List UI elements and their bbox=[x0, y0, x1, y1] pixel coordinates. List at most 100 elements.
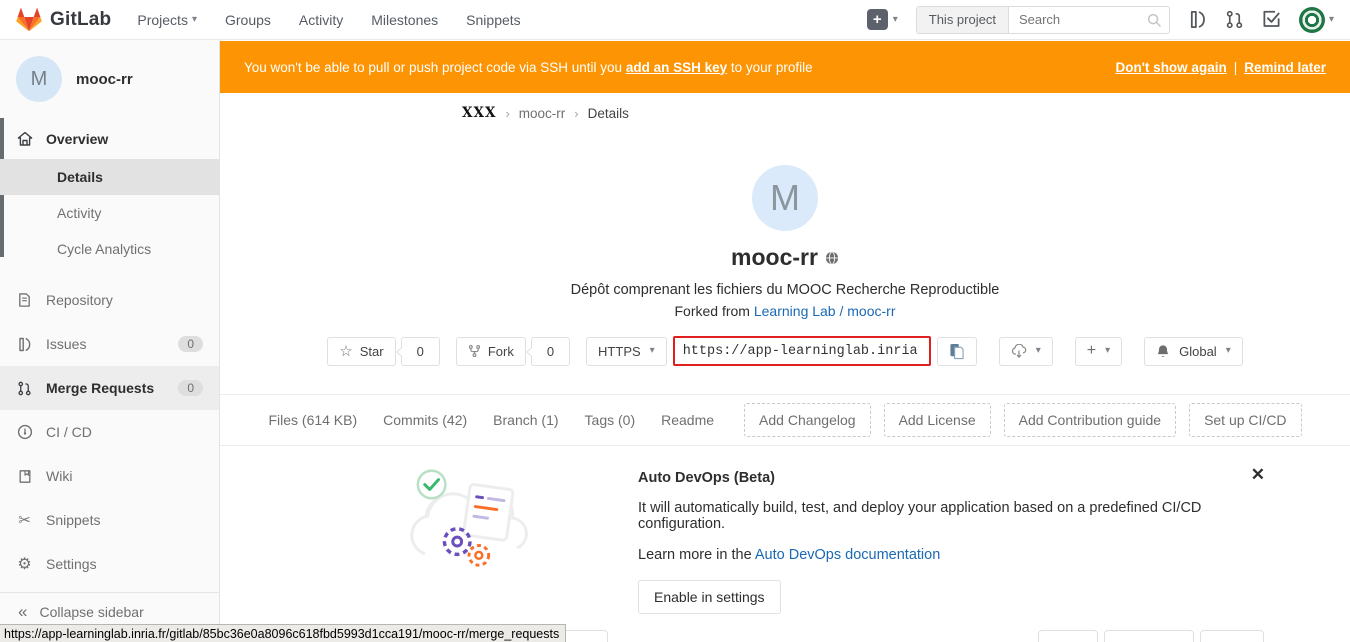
breadcrumb-current: Details bbox=[588, 106, 629, 121]
add-ssh-key-link[interactable]: add an SSH key bbox=[626, 60, 727, 75]
tab-readme[interactable]: Readme bbox=[661, 412, 714, 428]
sidebar-project-name: mooc-rr bbox=[76, 71, 133, 88]
sidebar-item-merge-requests[interactable]: Merge Requests 0 bbox=[0, 366, 219, 410]
navbar-right: + ▾ This project bbox=[867, 6, 1334, 34]
search-icon bbox=[1147, 13, 1162, 28]
issues-icon[interactable] bbox=[1188, 10, 1207, 29]
gitlab-logotype: GitLab bbox=[50, 9, 111, 31]
chevron-down-icon: ▾ bbox=[192, 15, 197, 25]
sidebar-item-activity[interactable]: Activity bbox=[0, 195, 219, 231]
sidebar-item-details[interactable]: Details bbox=[0, 159, 219, 195]
project-avatar: M bbox=[752, 165, 818, 231]
auto-devops-title: Auto DevOps (Beta) bbox=[638, 470, 1270, 486]
new-item-dropdown[interactable]: + ▾ bbox=[867, 9, 898, 30]
sidebar-item-snippets[interactable]: ✂ Snippets bbox=[0, 498, 219, 542]
search-scope-label: This project bbox=[917, 7, 1009, 33]
star-button[interactable]: ☆ Star bbox=[327, 337, 395, 366]
banner-separator: | bbox=[1234, 60, 1238, 75]
remind-later-link[interactable]: Remind later bbox=[1244, 60, 1326, 75]
dont-show-again-link[interactable]: Don't show again bbox=[1115, 60, 1226, 75]
add-contribution-guide-button[interactable]: Add Contribution guide bbox=[1004, 403, 1176, 437]
project-sidebar: M mooc-rr Overview Details Activity Cycl… bbox=[0, 40, 220, 642]
menu-activity[interactable]: Activity bbox=[299, 12, 343, 28]
sidebar-item-repository[interactable]: Repository bbox=[0, 278, 219, 322]
fork-source-link[interactable]: Learning Lab / mooc-rr bbox=[754, 303, 896, 319]
auto-devops-body: Auto DevOps (Beta) It will automatically… bbox=[638, 458, 1270, 614]
partial-button[interactable] bbox=[1200, 630, 1264, 642]
auto-devops-callout: Auto DevOps (Beta) It will automatically… bbox=[410, 458, 1270, 614]
tab-branch[interactable]: Branch (1) bbox=[493, 412, 558, 428]
close-icon[interactable]: ✕ bbox=[1251, 466, 1265, 483]
sidebar-project-header[interactable]: M mooc-rr bbox=[0, 40, 219, 118]
clipboard-icon bbox=[949, 343, 964, 360]
sidebar-item-cycle-analytics[interactable]: Cycle Analytics bbox=[0, 231, 219, 267]
status-url: https://app-learninglab.inria.fr/gitlab/… bbox=[4, 627, 559, 641]
breadcrumb: XXX › mooc-rr › Details bbox=[220, 93, 1350, 133]
merge-requests-count-badge: 0 bbox=[178, 380, 203, 396]
browser-status-bar: https://app-learninglab.inria.fr/gitlab/… bbox=[0, 624, 566, 642]
merge-request-icon bbox=[16, 380, 33, 397]
search-bar: This project bbox=[916, 6, 1170, 34]
menu-projects[interactable]: Projects▾ bbox=[137, 12, 197, 28]
collapse-icon: « bbox=[18, 602, 27, 622]
public-globe-icon bbox=[825, 251, 839, 265]
menu-groups[interactable]: Groups bbox=[225, 12, 271, 28]
fork-button[interactable]: Fork bbox=[456, 337, 526, 366]
auto-devops-doc-link[interactable]: Auto DevOps documentation bbox=[755, 547, 940, 563]
main-content: XXX › mooc-rr › Details M mooc-rr Dépôt … bbox=[220, 93, 1350, 642]
add-license-button[interactable]: Add License bbox=[884, 403, 991, 437]
setup-cicd-button[interactable]: Set up CI/CD bbox=[1189, 403, 1301, 437]
sidebar-item-ci-cd[interactable]: CI / CD bbox=[0, 410, 219, 454]
enable-in-settings-button[interactable]: Enable in settings bbox=[638, 580, 781, 614]
partial-button[interactable] bbox=[1038, 630, 1098, 642]
gitlab-project-page: GitLab Projects▾ Groups Activity Milesto… bbox=[0, 0, 1350, 642]
project-actions-row: ☆ Star 0 Fork 0 bbox=[220, 336, 1350, 366]
sidebar-item-issues[interactable]: Issues 0 bbox=[0, 322, 219, 366]
user-menu[interactable]: ▾ bbox=[1299, 7, 1334, 33]
bell-icon bbox=[1156, 344, 1170, 359]
sidebar-item-settings[interactable]: ⚙ Settings bbox=[0, 542, 219, 586]
chevron-down-icon: ▾ bbox=[1329, 15, 1334, 25]
download-dropdown[interactable]: ▾ bbox=[999, 337, 1053, 366]
search-input[interactable] bbox=[1009, 7, 1169, 33]
fork-count[interactable]: 0 bbox=[531, 337, 570, 366]
tab-tags[interactable]: Tags (0) bbox=[585, 412, 636, 428]
clone-url-input[interactable] bbox=[673, 336, 931, 366]
auto-devops-learn-more: Learn more in the Auto DevOps documentat… bbox=[638, 547, 1270, 563]
breadcrumb-project[interactable]: mooc-rr bbox=[519, 106, 566, 121]
sidebar-item-wiki[interactable]: Wiki bbox=[0, 454, 219, 498]
project-title: mooc-rr bbox=[220, 244, 1350, 271]
partial-button[interactable] bbox=[1104, 630, 1194, 642]
protocol-dropdown[interactable]: HTTPS ▾ bbox=[586, 337, 667, 366]
gauge-icon bbox=[16, 424, 33, 441]
gear-icon: ⚙ bbox=[16, 556, 33, 573]
chevron-down-icon: ▾ bbox=[650, 346, 655, 356]
issues-count-badge: 0 bbox=[178, 336, 203, 352]
project-description: Dépôt comprenant les fichiers du MOOC Re… bbox=[220, 282, 1350, 298]
tanuki-icon bbox=[16, 7, 42, 32]
merge-request-icon[interactable] bbox=[1225, 10, 1244, 29]
todos-icon[interactable] bbox=[1262, 10, 1281, 29]
add-new-dropdown[interactable]: + ▾ bbox=[1075, 337, 1122, 366]
add-changelog-button[interactable]: Add Changelog bbox=[744, 403, 871, 437]
copy-url-button[interactable] bbox=[937, 337, 977, 366]
plus-icon: + bbox=[1087, 342, 1096, 360]
menu-snippets[interactable]: Snippets bbox=[466, 12, 520, 28]
home-icon bbox=[16, 130, 33, 147]
gitlab-logo[interactable]: GitLab bbox=[16, 7, 111, 32]
menu-milestones[interactable]: Milestones bbox=[371, 12, 438, 28]
breadcrumb-group[interactable]: XXX bbox=[462, 105, 496, 121]
project-stats-tabs: Files (614 KB) Commits (42) Branch (1) T… bbox=[220, 395, 1350, 445]
plus-icon: + bbox=[867, 9, 888, 30]
scissors-icon: ✂ bbox=[16, 512, 33, 529]
notification-dropdown[interactable]: Global ▾ bbox=[1144, 337, 1243, 366]
tab-commits[interactable]: Commits (42) bbox=[383, 412, 467, 428]
tab-files[interactable]: Files (614 KB) bbox=[268, 412, 357, 428]
fork-icon bbox=[468, 344, 481, 358]
star-count[interactable]: 0 bbox=[401, 337, 440, 366]
chevron-down-icon: ▾ bbox=[1226, 346, 1231, 356]
ssh-key-banner: You won't be able to pull or push projec… bbox=[220, 41, 1350, 93]
forked-from-line: Forked from Learning Lab / mooc-rr bbox=[220, 303, 1350, 319]
chevron-down-icon: ▾ bbox=[893, 15, 898, 25]
sidebar-item-overview[interactable]: Overview bbox=[0, 118, 219, 159]
